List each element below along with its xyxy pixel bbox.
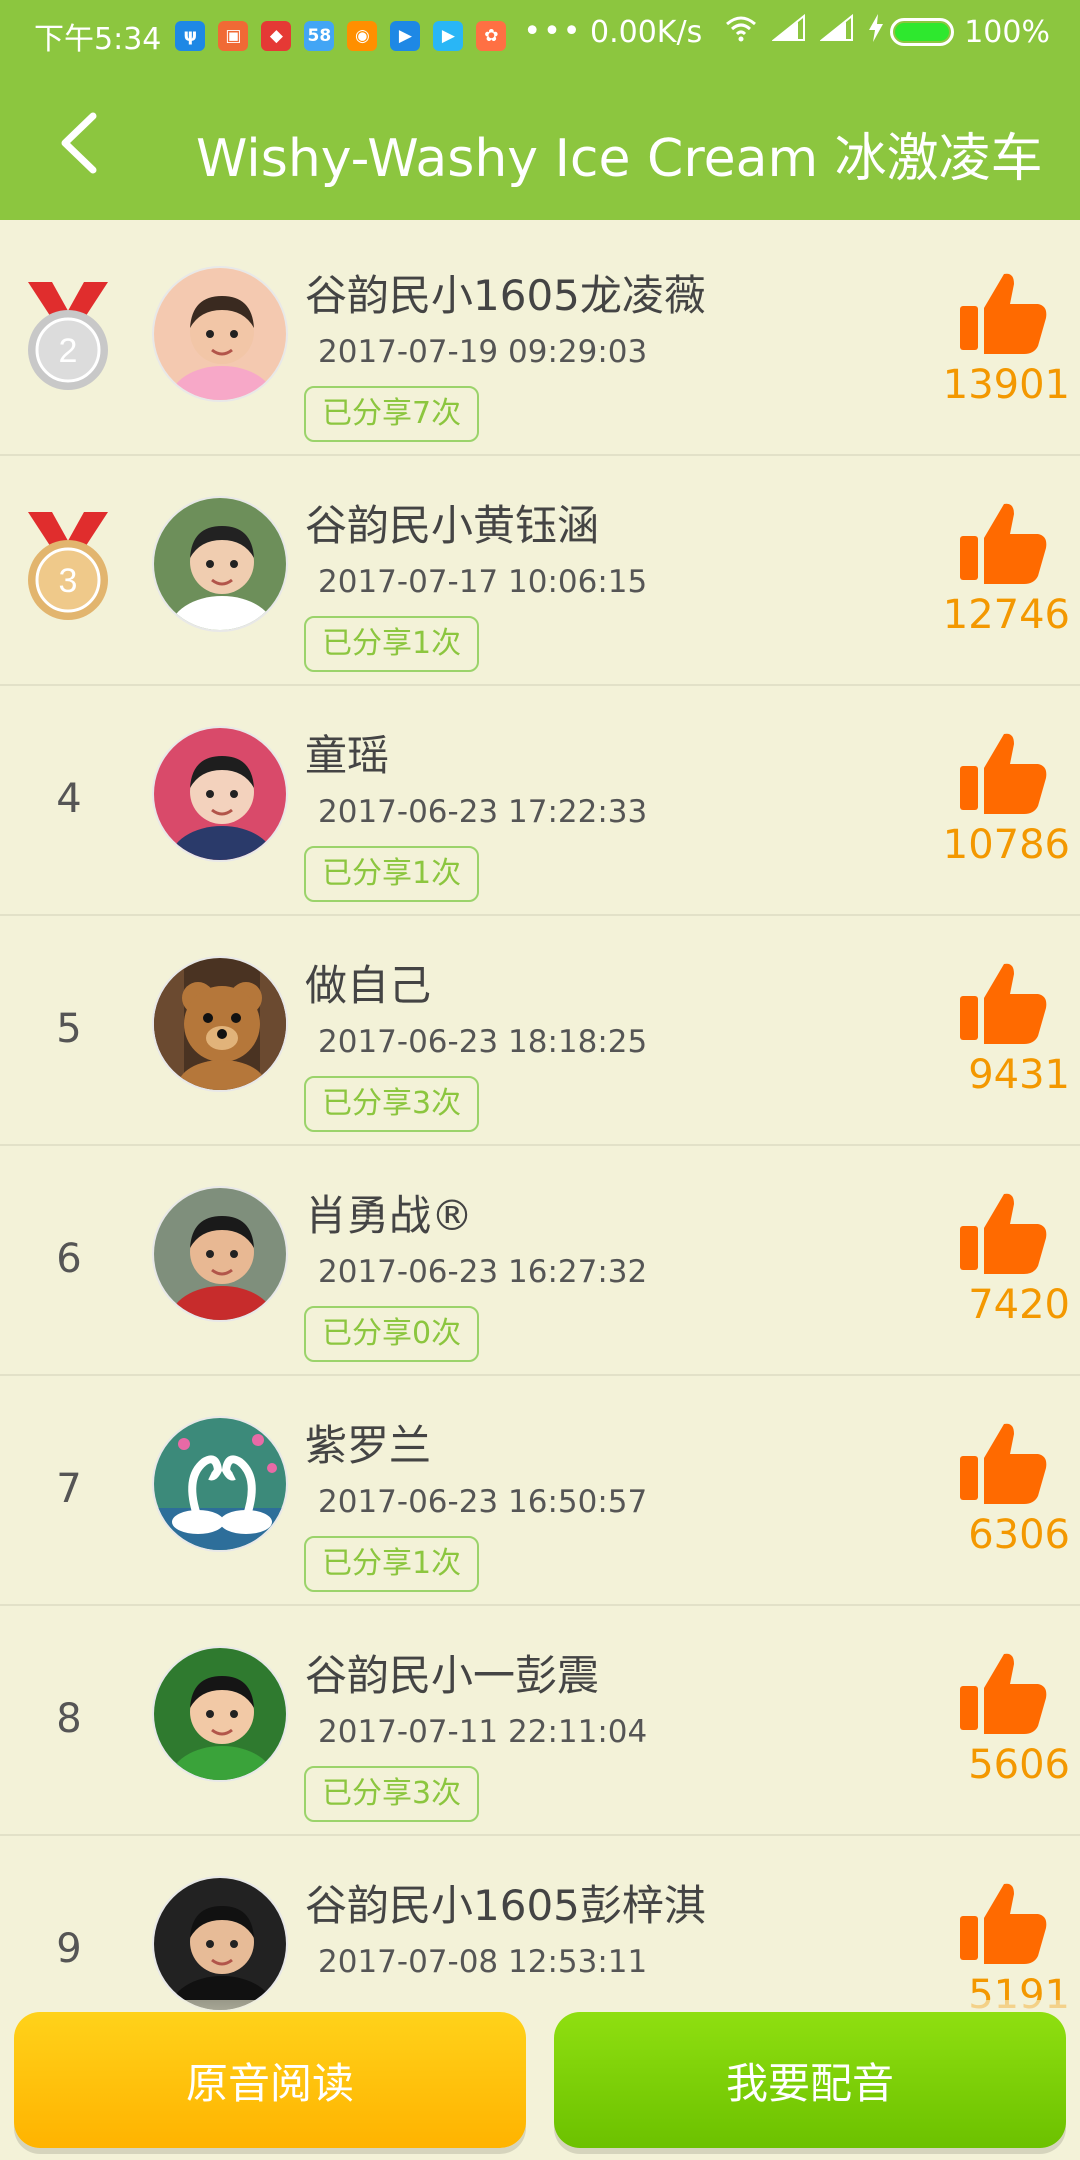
share-count-badge: 已分享1次: [304, 616, 480, 672]
user-name: 童瑶: [305, 731, 390, 780]
charging-icon: [868, 14, 884, 50]
avatar[interactable]: [152, 956, 288, 1092]
like-count: 12746: [942, 592, 1070, 638]
timestamp: 2017-07-19 09:29:03: [318, 334, 648, 370]
thumbs-up-icon[interactable]: [952, 266, 1052, 366]
list-item[interactable]: 3 谷韵民小黄钰涵 2017-07-17 10:06:15 已分享1次 12746: [0, 456, 1080, 686]
user-name: 谷韵民小1605彭梓淇: [305, 1881, 706, 1930]
like-count: 10786: [942, 822, 1070, 868]
thumbs-up-icon[interactable]: [952, 1646, 1052, 1746]
share-count-badge: 已分享0次: [304, 1306, 480, 1362]
avatar[interactable]: [152, 1186, 288, 1322]
top-bar: 下午5:34 ψ ▣ ◆ 58 ◉ ▶ ▶ ✿ ••• 0.00K/s 100%…: [0, 0, 1080, 220]
play-icon: ▶: [433, 21, 464, 51]
like-count: 5606: [968, 1742, 1070, 1788]
list-item[interactable]: 6 肖勇战® 2017-06-23 16:27:32 已分享0次 7420: [0, 1146, 1080, 1376]
share-count-badge: 已分享7次: [304, 386, 480, 442]
rank-number: 4: [56, 776, 82, 822]
user-name: 紫罗兰: [305, 1421, 432, 1470]
back-button[interactable]: [44, 108, 114, 178]
user-name: 谷韵民小黄钰涵: [305, 501, 600, 550]
user-name: 谷韵民小1605龙凌薇: [305, 271, 706, 320]
uc-icon: ✿: [476, 21, 507, 51]
wifi-icon: [724, 14, 758, 50]
signal-icon: [771, 13, 806, 50]
avatar[interactable]: [152, 1876, 288, 2012]
signal-icon-2: [819, 13, 854, 50]
dub-button[interactable]: 我要配音: [554, 2012, 1066, 2148]
header: Wishy-Washy Ice Cream 冰激凌车: [0, 72, 1080, 220]
weibo-icon: ◉: [347, 21, 378, 51]
like-count: 9431: [968, 1052, 1070, 1098]
timestamp: 2017-06-23 16:50:57: [318, 1484, 648, 1520]
thumbs-up-icon[interactable]: [952, 1186, 1052, 1286]
svg-text:3: 3: [59, 562, 78, 600]
ranking-list[interactable]: 2 谷韵民小1605龙凌薇 2017-07-19 09:29:03 已分享7次 1390…: [0, 226, 1080, 2066]
chevron-left-icon: [61, 112, 97, 174]
rank-number: 8: [56, 1696, 82, 1742]
like-count: 6306: [968, 1512, 1070, 1558]
status-left: 下午5:34 ψ ▣ ◆ 58 ◉ ▶ ▶ ✿ •••: [34, 14, 582, 58]
avatar[interactable]: [152, 726, 288, 862]
user-name: 做自己: [305, 961, 432, 1010]
like-count: 13901: [942, 362, 1070, 408]
silver-medal-icon: 2: [18, 282, 118, 394]
share-count-badge: 已分享1次: [304, 846, 480, 902]
timestamp: 2017-07-11 22:11:04: [318, 1714, 648, 1750]
notification-icons: ψ ▣ ◆ 58 ◉ ▶ ▶ ✿: [175, 21, 519, 51]
more-notifications-icon: •••: [523, 13, 583, 49]
status-bar: 下午5:34 ψ ▣ ◆ 58 ◉ ▶ ▶ ✿ ••• 0.00K/s 100%: [0, 0, 1080, 66]
like-count: 7420: [968, 1282, 1070, 1328]
thumbs-up-icon[interactable]: [952, 726, 1052, 826]
thumbs-up-icon[interactable]: [952, 496, 1052, 596]
share-count-badge: 已分享1次: [304, 1536, 480, 1592]
network-speed: 0.00K/s: [590, 14, 703, 50]
avatar[interactable]: [152, 1416, 288, 1552]
list-item[interactable]: 8 谷韵民小一彭震 2017-07-11 22:11:04 已分享3次 5606: [0, 1606, 1080, 1836]
battery-icon: [890, 18, 955, 46]
rank-number: 9: [56, 1926, 82, 1972]
timestamp: 2017-07-17 10:06:15: [318, 564, 648, 600]
app-icon: ▣: [218, 21, 249, 51]
status-time: 下午5:34: [34, 22, 162, 57]
app-root: 下午5:34 ψ ▣ ◆ 58 ◉ ▶ ▶ ✿ ••• 0.00K/s 100%…: [0, 0, 1080, 2160]
user-name: 肖勇战®: [305, 1191, 474, 1240]
page-title: Wishy-Washy Ice Cream 冰激凌车: [196, 129, 1043, 189]
rank-number: 6: [56, 1236, 82, 1282]
timestamp: 2017-06-23 17:22:33: [318, 794, 648, 830]
video-icon: ▶: [390, 21, 421, 51]
svg-text:2: 2: [59, 332, 78, 370]
rank-number: 5: [56, 1006, 82, 1052]
timestamp: 2017-07-08 12:53:11: [318, 1944, 648, 1980]
avatar[interactable]: [152, 1646, 288, 1782]
timestamp: 2017-06-23 18:18:25: [318, 1024, 648, 1060]
alipay-icon: ψ: [175, 21, 206, 51]
user-name: 谷韵民小一彭震: [305, 1651, 600, 1700]
list-item[interactable]: 4 童瑶 2017-06-23 17:22:33 已分享1次 10786: [0, 686, 1080, 916]
thumbs-up-icon[interactable]: [952, 1876, 1052, 1976]
battery-level: 100%: [964, 14, 1050, 50]
status-right: 0.00K/s 100%: [590, 13, 1050, 50]
thumbs-up-icon[interactable]: [952, 1416, 1052, 1516]
58-icon: 58: [304, 21, 335, 51]
news-icon: ◆: [261, 21, 292, 51]
list-item[interactable]: 7 紫罗兰 2017-06-23 16:50:57 已分享1次 6306: [0, 1376, 1080, 1606]
share-count-badge: 已分享3次: [304, 1766, 480, 1822]
bronze-medal-icon: 3: [18, 512, 118, 624]
list-item[interactable]: 2 谷韵民小1605龙凌薇 2017-07-19 09:29:03 已分享7次 1390…: [0, 226, 1080, 456]
avatar[interactable]: [152, 266, 288, 402]
list-item[interactable]: 5 做自己 2017-06-23 18:18:25 已分享3次 9431: [0, 916, 1080, 1146]
rank-number: 7: [56, 1466, 82, 1512]
thumbs-up-icon[interactable]: [952, 956, 1052, 1056]
original-reading-button[interactable]: 原音阅读: [14, 2012, 526, 2148]
timestamp: 2017-06-23 16:27:32: [318, 1254, 648, 1290]
avatar[interactable]: [152, 496, 288, 632]
bottom-bar: 原音阅读 我要配音: [0, 2000, 1080, 2160]
share-count-badge: 已分享3次: [304, 1076, 480, 1132]
